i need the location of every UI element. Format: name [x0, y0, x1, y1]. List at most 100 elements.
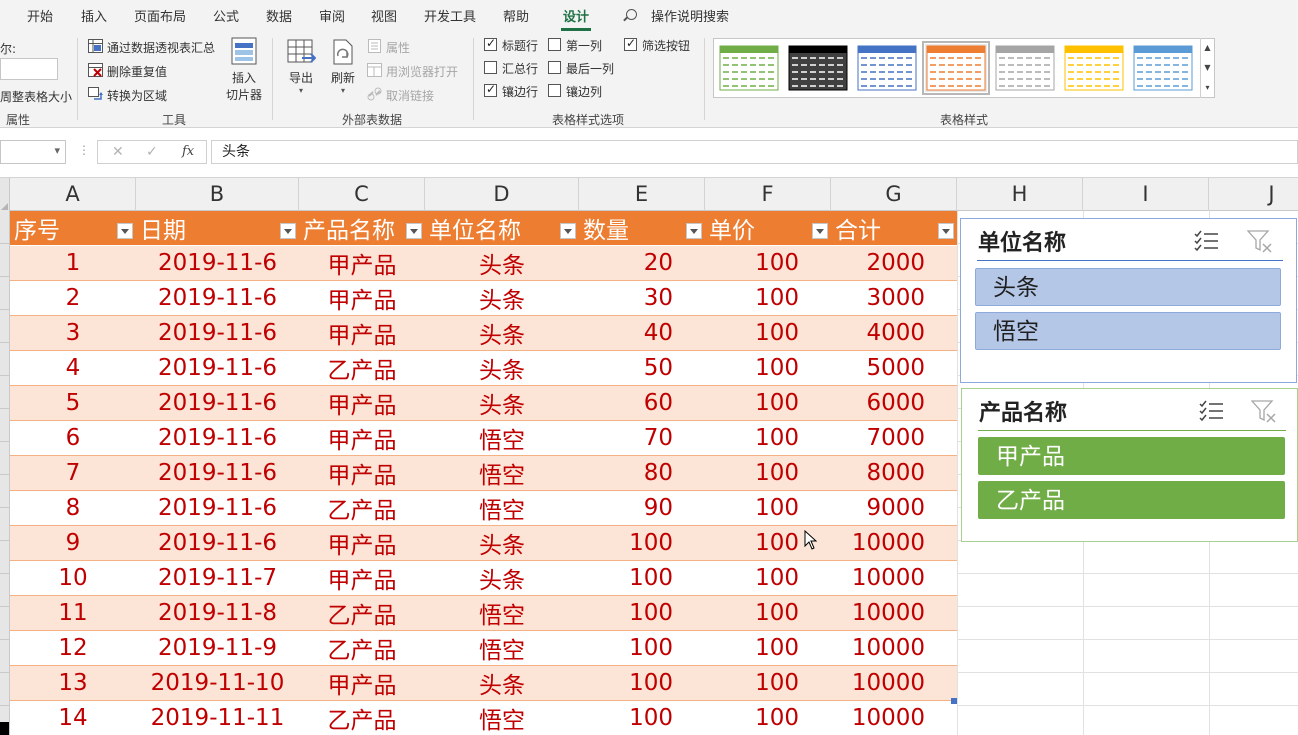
- cell-product[interactable]: 乙产品: [299, 630, 425, 666]
- cell-total[interactable]: 10000: [831, 630, 957, 666]
- cell-qty[interactable]: 70: [579, 420, 705, 456]
- filter-dropdown-icon[interactable]: [280, 223, 296, 239]
- name-box[interactable]: [0, 140, 66, 164]
- formula-input[interactable]: 头条: [211, 140, 1298, 164]
- cell-total[interactable]: 6000: [831, 385, 957, 421]
- cell-product[interactable]: 乙产品: [299, 490, 425, 526]
- tab-insert[interactable]: 插入: [81, 6, 107, 25]
- column-header-d[interactable]: D: [425, 178, 579, 211]
- cell-unit[interactable]: 头条: [425, 665, 579, 701]
- table-style-swatch[interactable]: [994, 44, 1056, 92]
- cell-product[interactable]: 甲产品: [299, 420, 425, 456]
- cell-seq[interactable]: 13: [10, 665, 136, 701]
- slicer-item[interactable]: 悟空: [975, 312, 1281, 350]
- cell-total[interactable]: 10000: [831, 700, 957, 735]
- tab-developer[interactable]: 开发工具: [424, 6, 476, 25]
- total-row-checkbox[interactable]: [484, 61, 497, 74]
- cell-total[interactable]: 10000: [831, 525, 957, 561]
- column-header-j[interactable]: J: [1209, 178, 1298, 211]
- cell-total[interactable]: 10000: [831, 595, 957, 631]
- cell-unit[interactable]: 悟空: [425, 595, 579, 631]
- tab-help[interactable]: 帮助: [503, 6, 529, 25]
- unlink-button[interactable]: 取消链接: [386, 87, 434, 104]
- cell-qty[interactable]: 100: [579, 560, 705, 596]
- cell-qty[interactable]: 90: [579, 490, 705, 526]
- multi-select-icon[interactable]: [1193, 229, 1219, 253]
- cancel-icon[interactable]: ✕: [112, 144, 124, 160]
- filter-dropdown-icon[interactable]: [406, 223, 422, 239]
- slicer-product-name[interactable]: 产品名称 甲产品 乙产品: [961, 388, 1298, 542]
- cell-unit[interactable]: 悟空: [425, 490, 579, 526]
- cell-product[interactable]: 甲产品: [299, 245, 425, 281]
- header-cell-price[interactable]: 单价: [705, 211, 831, 246]
- cell-seq[interactable]: 8: [10, 490, 136, 526]
- cell-total[interactable]: 2000: [831, 245, 957, 281]
- tab-review[interactable]: 审阅: [319, 6, 345, 25]
- slicer-item[interactable]: 乙产品: [978, 481, 1285, 519]
- slicer-item[interactable]: 甲产品: [978, 437, 1285, 475]
- header-row-checkbox[interactable]: [484, 36, 497, 51]
- cell-unit[interactable]: 悟空: [425, 420, 579, 456]
- cell-price[interactable]: 100: [705, 560, 831, 596]
- cell-price[interactable]: 100: [705, 630, 831, 666]
- cell-product[interactable]: 乙产品: [299, 595, 425, 631]
- cell-seq[interactable]: 1: [10, 245, 136, 281]
- remove-duplicates-button[interactable]: 删除重复值: [107, 63, 167, 80]
- column-header-i[interactable]: I: [1083, 178, 1209, 211]
- tell-me-search[interactable]: 操作说明搜索: [651, 6, 729, 25]
- tab-view[interactable]: 视图: [371, 6, 397, 25]
- cell-price[interactable]: 100: [705, 280, 831, 316]
- cell-unit[interactable]: 头条: [425, 245, 579, 281]
- cell-product[interactable]: 甲产品: [299, 455, 425, 491]
- header-cell-qty[interactable]: 数量: [579, 211, 705, 246]
- cell-date[interactable]: 2019-11-6: [136, 525, 299, 561]
- cell-qty[interactable]: 100: [579, 630, 705, 666]
- cell-date[interactable]: 2019-11-8: [136, 595, 299, 631]
- filter-dropdown-icon[interactable]: [812, 223, 828, 239]
- cell-seq[interactable]: 10: [10, 560, 136, 596]
- header-cell-date[interactable]: 日期: [136, 211, 299, 246]
- refresh-button[interactable]: 刷新 ▾: [326, 38, 360, 95]
- cell-total[interactable]: 5000: [831, 350, 957, 386]
- cell-product[interactable]: 乙产品: [299, 350, 425, 386]
- gallery-scroll-up-icon[interactable]: ▲: [1200, 38, 1214, 58]
- cell-unit[interactable]: 头条: [425, 560, 579, 596]
- cell-unit[interactable]: 头条: [425, 350, 579, 386]
- open-in-browser-button[interactable]: 用浏览器打开: [386, 63, 458, 80]
- filter-dropdown-icon[interactable]: [560, 223, 576, 239]
- multi-select-icon[interactable]: [1198, 399, 1224, 423]
- cell-total[interactable]: 3000: [831, 280, 957, 316]
- cell-price[interactable]: 100: [705, 420, 831, 456]
- cell-total[interactable]: 8000: [831, 455, 957, 491]
- formula-bar-splitter[interactable]: ⋮: [78, 143, 90, 157]
- gallery-more-icon[interactable]: ▾: [1200, 78, 1214, 98]
- cell-qty[interactable]: 100: [579, 665, 705, 701]
- cell-seq[interactable]: 3: [10, 315, 136, 351]
- tab-page-layout[interactable]: 页面布局: [134, 6, 186, 25]
- external-properties-button[interactable]: 属性: [386, 39, 410, 56]
- column-header-b[interactable]: B: [136, 178, 299, 211]
- clear-filter-icon[interactable]: [1247, 229, 1273, 253]
- table-style-swatch[interactable]: [922, 41, 990, 95]
- column-header-f[interactable]: F: [705, 178, 831, 211]
- table-resize-handle[interactable]: [951, 698, 957, 704]
- cell-unit[interactable]: 悟空: [425, 455, 579, 491]
- cell-product[interactable]: 乙产品: [299, 700, 425, 735]
- resize-table-button[interactable]: 周整表格大小: [0, 88, 72, 105]
- cell-unit[interactable]: 头条: [425, 525, 579, 561]
- cell-date[interactable]: 2019-11-10: [136, 665, 299, 701]
- last-column-checkbox[interactable]: [548, 61, 561, 74]
- tab-home[interactable]: 开始: [27, 6, 53, 25]
- cell-price[interactable]: 100: [705, 245, 831, 281]
- table-style-swatch[interactable]: [1132, 44, 1194, 92]
- insert-function-icon[interactable]: fx: [182, 144, 194, 159]
- cell-date[interactable]: 2019-11-6: [136, 455, 299, 491]
- select-all-button[interactable]: [0, 178, 10, 211]
- filter-dropdown-icon[interactable]: [117, 223, 133, 239]
- cell-unit[interactable]: 头条: [425, 280, 579, 316]
- filter-button-checkbox[interactable]: [624, 36, 637, 51]
- cell-total[interactable]: 4000: [831, 315, 957, 351]
- cell-seq[interactable]: 5: [10, 385, 136, 421]
- column-header-g[interactable]: G: [831, 178, 957, 211]
- cell-product[interactable]: 甲产品: [299, 665, 425, 701]
